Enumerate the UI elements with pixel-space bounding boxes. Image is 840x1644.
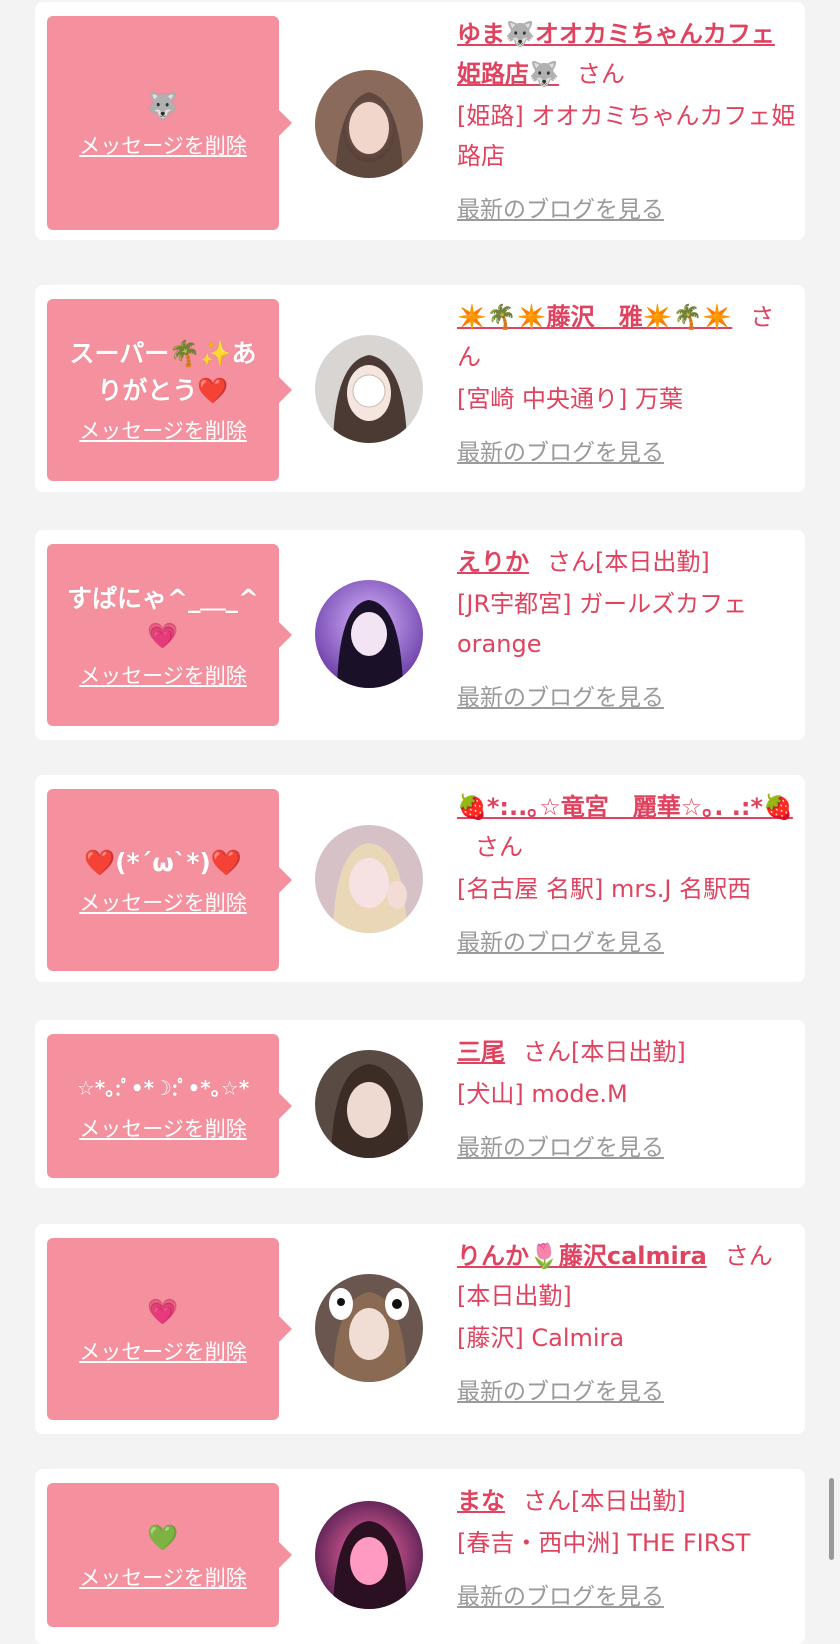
- honorific: さん: [523, 1487, 571, 1515]
- honorific: さん: [724, 1242, 773, 1270]
- message-bubble: 🐺 メッセージを削除: [47, 16, 292, 230]
- latest-blog-link[interactable]: 最新のブログを見る: [457, 433, 664, 467]
- status-tag: [本日出勤]: [595, 548, 710, 576]
- profile-name-link[interactable]: 🍓*:..｡☆竜宮 麗華☆｡. .:*🍓: [457, 793, 793, 821]
- profile-name-link[interactable]: 三尾: [457, 1038, 505, 1066]
- profile-name-link[interactable]: まな: [457, 1487, 505, 1515]
- message-text: ❤️(*´ω`*)❤️: [84, 847, 242, 877]
- status-tag: [本日出勤]: [571, 1487, 686, 1515]
- card-info: 三尾 さん[本日出勤] [犬山] mode.M 最新のブログを見る: [457, 1032, 797, 1162]
- profile-name-link[interactable]: りんか🌷藤沢calmira: [457, 1242, 707, 1270]
- avatar[interactable]: [315, 825, 423, 933]
- message-card: ☆*｡:ﾟ•*☽:ﾟ•*｡☆* メッセージを削除 三尾 さん[本日出勤] [犬山]…: [35, 1020, 805, 1188]
- shop-name: [名古屋 名駅] mrs.J 名駅西: [457, 875, 752, 903]
- shop-name: [藤沢] Calmira: [457, 1324, 625, 1352]
- avatar[interactable]: [315, 335, 423, 443]
- latest-blog-link[interactable]: 最新のブログを見る: [457, 190, 664, 224]
- delete-message-link[interactable]: メッセージを削除: [79, 415, 247, 445]
- message-text: ☆*｡:ﾟ•*☽:ﾟ•*｡☆*: [76, 1075, 250, 1100]
- message-text: 💗: [147, 1296, 179, 1326]
- shop-name: [JR宇都宮] ガールズカフェ orange: [457, 590, 748, 658]
- message-card: 🐺 メッセージを削除 ゆま🐺オオカミちゃんカフェ姫路店🐺 さん [姫路] オオカミ…: [35, 2, 805, 240]
- message-text: 💚: [147, 1522, 179, 1552]
- shop-name: [春吉・西中洲] THE FIRST: [457, 1529, 751, 1557]
- card-info: えりか さん[本日出勤] [JR宇都宮] ガールズカフェ orange 最新のブロ…: [457, 542, 797, 712]
- avatar[interactable]: [315, 1274, 423, 1382]
- shop-name: [犬山] mode.M: [457, 1080, 628, 1108]
- message-card: すぱにゃ^_＿_^💗 メッセージを削除 えりか さん[本日出勤] [JR宇都宮] …: [35, 530, 805, 740]
- latest-blog-link[interactable]: 最新のブログを見る: [457, 678, 664, 712]
- honorific: さん: [523, 1038, 571, 1066]
- profile-name-link[interactable]: ✴️🌴✴️藤沢 雅✴️🌴✴️: [457, 303, 732, 331]
- scrollbar[interactable]: [829, 1478, 834, 1560]
- latest-blog-link[interactable]: 最新のブログを見る: [457, 923, 664, 957]
- message-bubble: ☆*｡:ﾟ•*☽:ﾟ•*｡☆* メッセージを削除: [47, 1034, 292, 1178]
- message-bubble: すぱにゃ^_＿_^💗 メッセージを削除: [47, 544, 292, 726]
- status-tag: [本日出勤]: [457, 1282, 572, 1310]
- avatar[interactable]: [315, 1050, 423, 1158]
- card-info: ✴️🌴✴️藤沢 雅✴️🌴✴️ さん [宮崎 中央通り] 万葉 最新のブログを見る: [457, 297, 797, 467]
- card-info: まな さん[本日出勤] [春吉・西中洲] THE FIRST 最新のブログを見る: [457, 1481, 797, 1611]
- card-info: 🍓*:..｡☆竜宮 麗華☆｡. .:*🍓 さん [名古屋 名駅] mrs.J 名駅…: [457, 787, 797, 957]
- profile-name-link[interactable]: えりか: [457, 548, 529, 576]
- avatar[interactable]: [315, 1501, 423, 1609]
- message-bubble: 💚 メッセージを削除: [47, 1483, 292, 1627]
- message-text: 🐺: [147, 90, 179, 120]
- message-card: スーパー🌴✨ありがとう❤️ メッセージを削除 ✴️🌴✴️藤沢 雅✴️🌴✴️ さん …: [35, 285, 805, 492]
- honorific: さん: [547, 548, 595, 576]
- delete-message-link[interactable]: メッセージを削除: [79, 887, 247, 917]
- status-tag: [本日出勤]: [571, 1038, 686, 1066]
- card-info: りんか🌷藤沢calmira さん [本日出勤] [藤沢] Calmira 最新のブロ…: [457, 1236, 797, 1406]
- latest-blog-link[interactable]: 最新のブログを見る: [457, 1372, 664, 1406]
- message-card: ❤️(*´ω`*)❤️ メッセージを削除 🍓*:..｡☆竜宮 麗華☆｡. .:*…: [35, 775, 805, 982]
- shop-name: [姫路] オオカミちゃんカフェ姫路店: [457, 102, 796, 170]
- delete-message-link[interactable]: メッセージを削除: [79, 660, 247, 690]
- message-bubble: 💗 メッセージを削除: [47, 1238, 292, 1420]
- message-card: 💗 メッセージを削除 りんか🌷藤沢calmira さん [本日出勤] [藤沢] Ca…: [35, 1224, 805, 1434]
- honorific: さん: [475, 833, 523, 861]
- delete-message-link[interactable]: メッセージを削除: [79, 1113, 247, 1143]
- delete-message-link[interactable]: メッセージを削除: [79, 1562, 247, 1592]
- avatar[interactable]: [315, 580, 423, 688]
- latest-blog-link[interactable]: 最新のブログを見る: [457, 1577, 664, 1611]
- avatar[interactable]: [315, 70, 423, 178]
- message-bubble: スーパー🌴✨ありがとう❤️ メッセージを削除: [47, 299, 292, 481]
- honorific: さん: [576, 60, 625, 88]
- message-bubble: ❤️(*´ω`*)❤️ メッセージを削除: [47, 789, 292, 971]
- delete-message-link[interactable]: メッセージを削除: [79, 130, 247, 160]
- card-info: ゆま🐺オオカミちゃんカフェ姫路店🐺 さん [姫路] オオカミちゃんカフェ姫路店 最…: [457, 14, 797, 224]
- delete-message-link[interactable]: メッセージを削除: [79, 1336, 247, 1366]
- shop-name: [宮崎 中央通り] 万葉: [457, 385, 683, 413]
- message-card: 💚 メッセージを削除 まな さん[本日出勤] [春吉・西中洲] THE FIRST…: [35, 1469, 805, 1644]
- message-text: すぱにゃ^_＿_^💗: [67, 584, 259, 650]
- latest-blog-link[interactable]: 最新のブログを見る: [457, 1128, 664, 1162]
- message-text: スーパー🌴✨ありがとう❤️: [69, 339, 257, 405]
